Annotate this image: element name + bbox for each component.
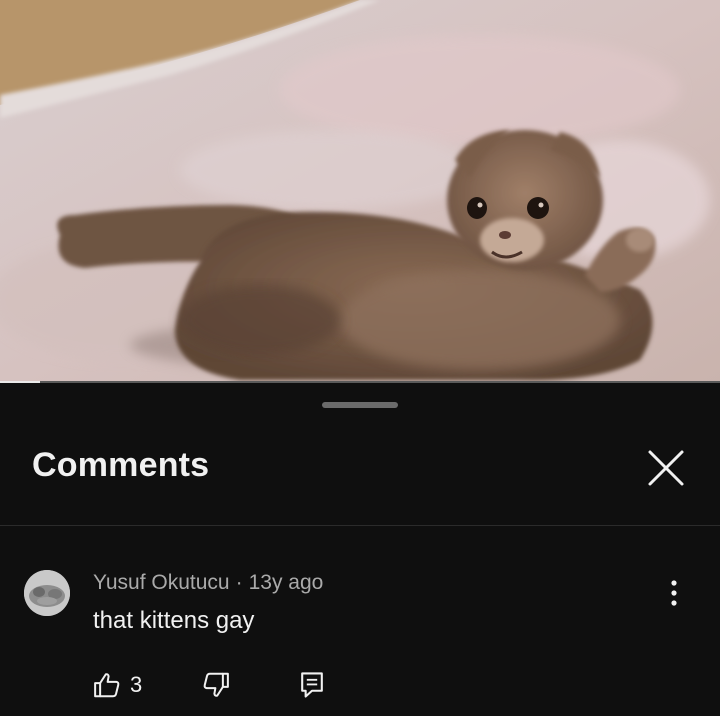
- avatar[interactable]: [24, 570, 70, 616]
- video-progress-track[interactable]: [0, 381, 720, 383]
- video-progress-fill: [0, 381, 40, 383]
- close-icon: [648, 450, 684, 486]
- like-count: 3: [130, 672, 143, 697]
- comment-text: that kittens gay: [93, 607, 255, 634]
- video-frame-kitten: [0, 0, 720, 383]
- more-vertical-icon: [671, 580, 677, 606]
- comments-title: Comments: [32, 446, 210, 484]
- meta-separator: ·: [235, 571, 243, 594]
- video-player[interactable]: [0, 0, 720, 383]
- reply-icon: [301, 672, 323, 698]
- sheet-divider: [0, 525, 720, 526]
- comments-sheet: Comments Yusuf Okutucu · 13y ago that kitt…: [0, 384, 720, 716]
- thumbs-up-icon: [94, 673, 120, 698]
- comment-more-button[interactable]: [660, 576, 688, 612]
- like-button[interactable]: 3: [92, 670, 142, 700]
- sheet-drag-handle[interactable]: [322, 402, 398, 408]
- thumbs-down-icon: [203, 672, 229, 697]
- comment-author[interactable]: Yusuf Okutucu: [93, 571, 230, 594]
- screen: Comments Yusuf Okutucu · 13y ago that kitt…: [0, 0, 720, 716]
- comment-meta: Yusuf Okutucu · 13y ago: [93, 571, 323, 595]
- dislike-button[interactable]: [201, 670, 231, 700]
- avatar-image: [24, 570, 70, 616]
- comment-time: 13y ago: [248, 571, 324, 594]
- close-button[interactable]: [640, 442, 692, 494]
- reply-button[interactable]: [298, 670, 326, 700]
